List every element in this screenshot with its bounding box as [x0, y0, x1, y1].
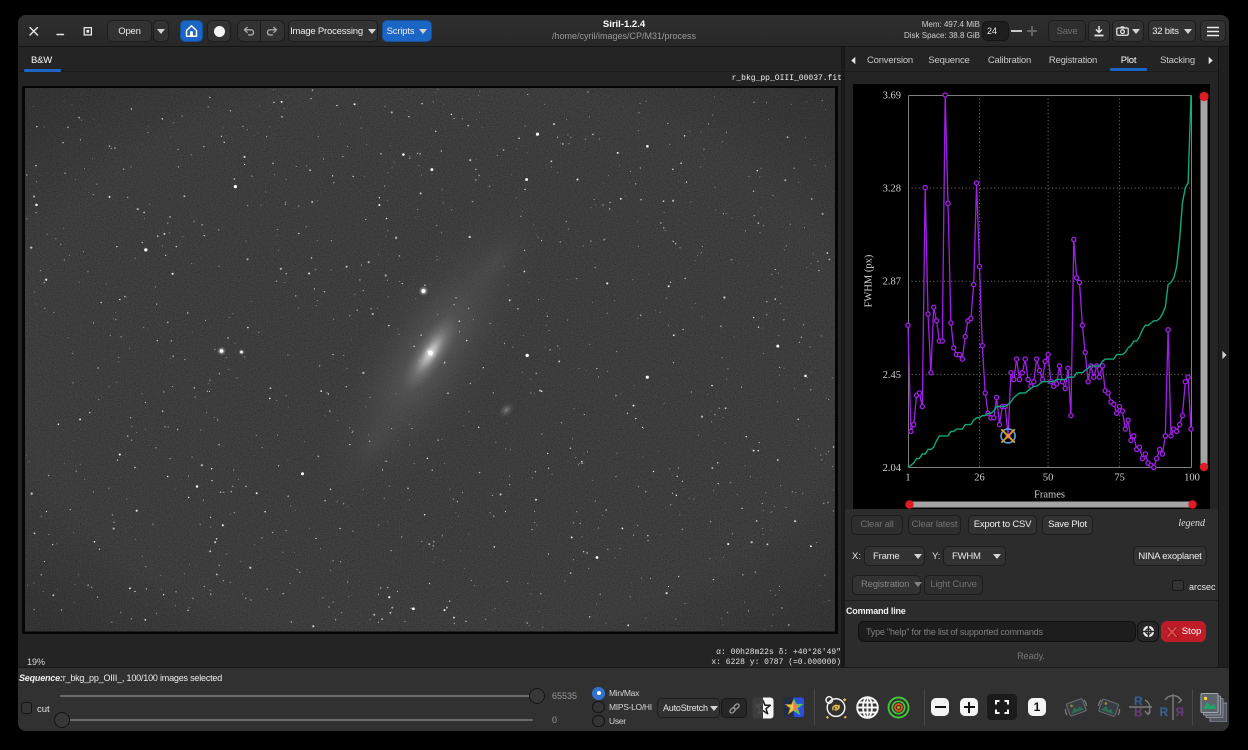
- svg-text:2.04: 2.04: [883, 463, 902, 474]
- svg-text:50: 50: [1043, 473, 1054, 484]
- svg-text:R: R: [1160, 705, 1169, 719]
- svg-text:26: 26: [974, 473, 985, 484]
- svg-text:Frames: Frames: [1034, 490, 1065, 501]
- svg-text:R: R: [1175, 705, 1184, 719]
- svg-text:100: 100: [1184, 473, 1200, 484]
- svg-text:2.87: 2.87: [883, 277, 901, 288]
- svg-text:1: 1: [905, 473, 910, 484]
- svg-text:3.69: 3.69: [883, 91, 901, 102]
- svg-text:2.45: 2.45: [883, 370, 901, 381]
- svg-text:3.28: 3.28: [883, 184, 901, 195]
- svg-text:75: 75: [1114, 473, 1125, 484]
- svg-text:FWHM (px): FWHM (px): [864, 254, 875, 307]
